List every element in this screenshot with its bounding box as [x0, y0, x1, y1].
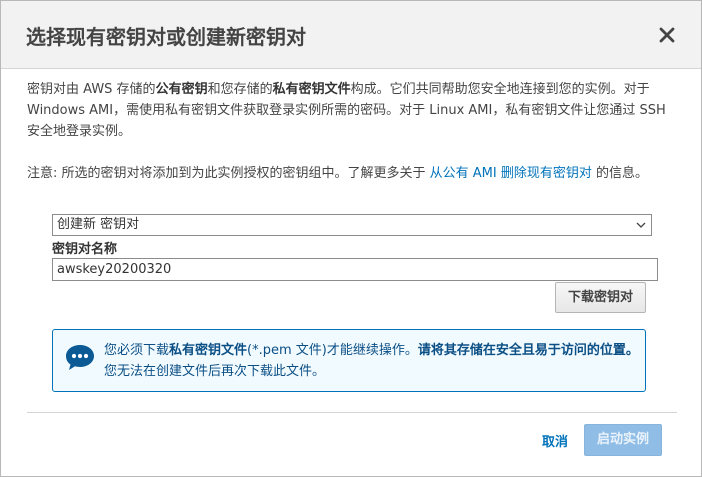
dialog-header: 选择现有密钥对或创建新密钥对 — [1, 1, 701, 69]
chat-bubble-icon — [65, 343, 95, 371]
info-alert: 您必须下载私有密钥文件(*.pem 文件)才能继续操作。请将其存储在安全且易于访… — [52, 329, 646, 392]
launch-instance-button[interactable]: 启动实例 — [584, 424, 662, 456]
intro-paragraph: 密钥对由 AWS 存储的公有密钥和您存储的私有密钥文件构成。它们共同帮助您安全地… — [27, 82, 666, 139]
keypair-option-select[interactable]: 创建新 密钥对 — [52, 214, 652, 236]
footer-divider — [27, 412, 677, 413]
keypair-dialog: 选择现有密钥对或创建新密钥对 密钥对由 AWS 存储的公有密钥和您存储的私有密钥… — [0, 0, 702, 477]
download-keypair-button[interactable]: 下载密钥对 — [555, 282, 646, 313]
remove-keypair-link[interactable]: 从公有 AMI 删除现有密钥对 — [430, 166, 592, 181]
keypair-option-value: 创建新 密钥对 — [57, 217, 140, 232]
close-icon[interactable] — [653, 21, 681, 49]
cancel-button[interactable]: 取消 — [542, 431, 568, 450]
note-paragraph: 注意: 所选的密钥对将添加到为此实例授权的密钥组中。了解更多关于 从公有 AMI… — [27, 166, 649, 181]
keypair-name-label: 密钥对名称 — [52, 242, 118, 257]
chevron-down-icon — [635, 216, 647, 234]
dialog-title: 选择现有密钥对或创建新密钥对 — [26, 25, 306, 49]
keypair-name-input[interactable] — [52, 258, 658, 281]
info-message: 您必须下载私有密钥文件(*.pem 文件)才能继续操作。请将其存储在安全且易于访… — [104, 343, 639, 379]
